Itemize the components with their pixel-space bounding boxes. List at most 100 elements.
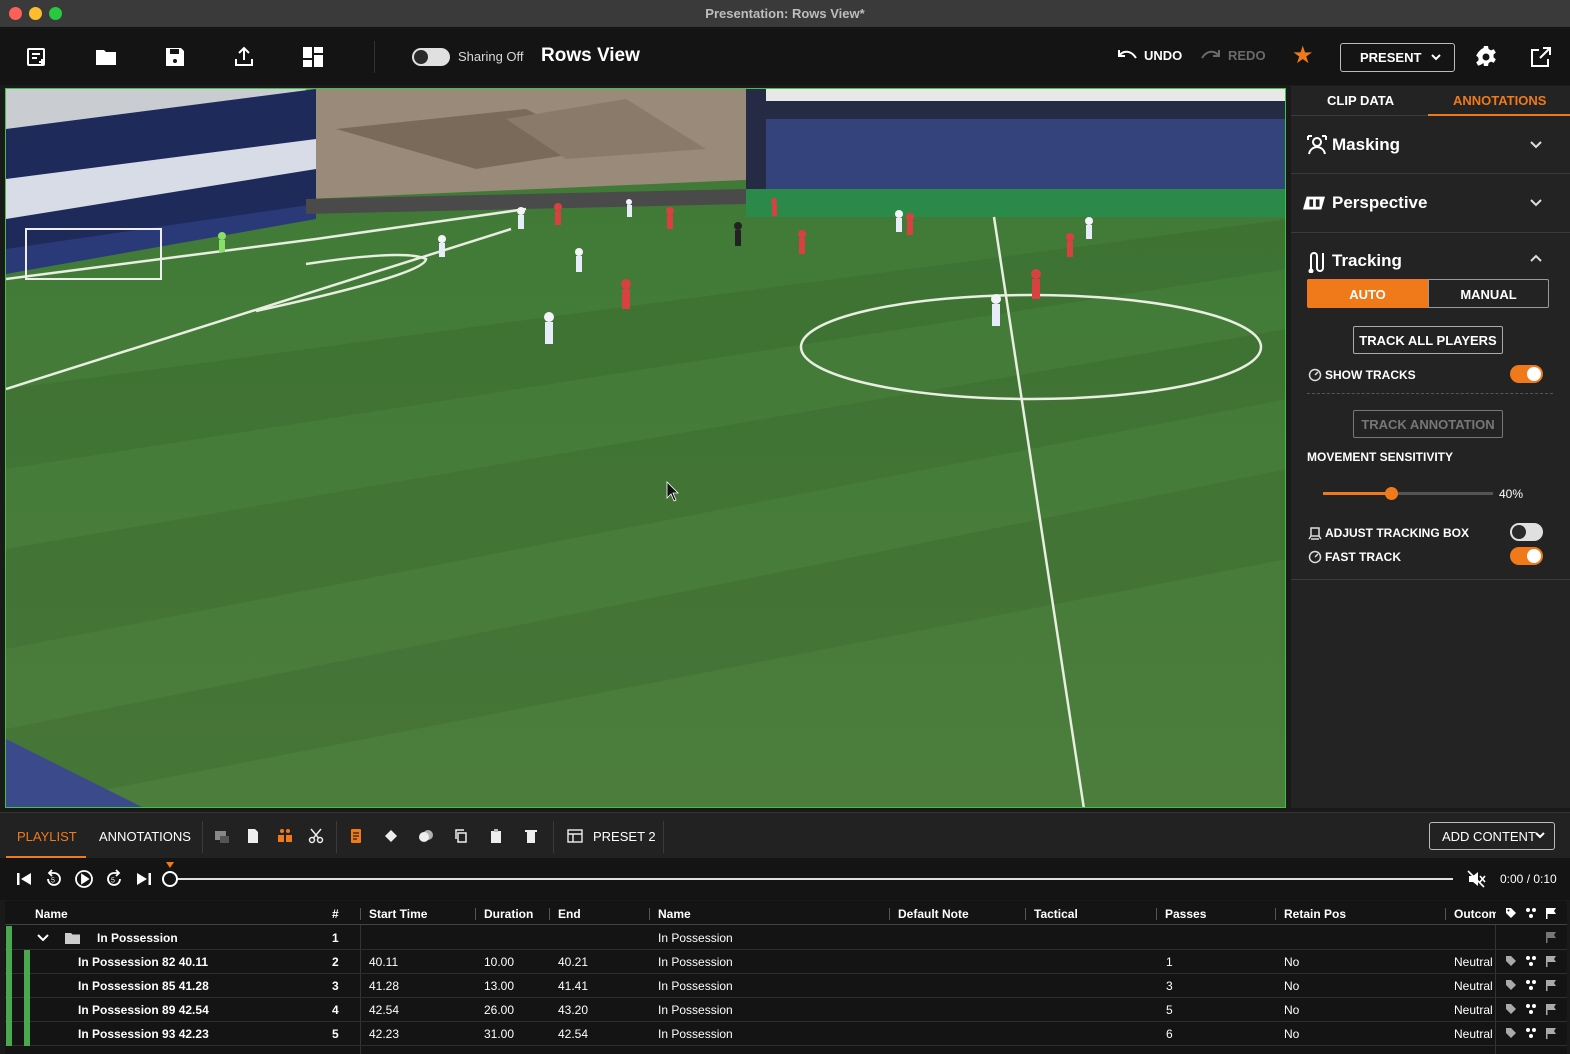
tag-icon[interactable] — [1505, 1003, 1517, 1015]
column-header-retain-pos[interactable]: Retain Pos — [1284, 907, 1346, 921]
table-row[interactable]: In Possession 89 42.54 4 42.54 26.00 43.20 In… — [5, 998, 1567, 1022]
tag-icon[interactable] — [1505, 907, 1517, 919]
document-icon[interactable] — [245, 828, 261, 844]
flag-icon[interactable] — [1545, 907, 1557, 919]
fast-track-toggle[interactable] — [1510, 547, 1543, 565]
chevron-down-icon[interactable] — [1529, 137, 1543, 154]
redo-button[interactable]: REDO — [1200, 48, 1266, 63]
skip-to-start-icon[interactable] — [14, 869, 34, 889]
divider — [553, 821, 554, 853]
add-content-button[interactable]: ADD CONTENT — [1429, 822, 1555, 850]
movement-sensitivity-slider[interactable] — [1323, 487, 1493, 500]
column-header-tactical[interactable]: Tactical — [1034, 907, 1078, 921]
gear-icon[interactable] — [1474, 45, 1498, 69]
clip-stack-icon[interactable] — [214, 828, 230, 844]
adjust-tracking-box-toggle[interactable] — [1510, 523, 1543, 541]
table-row[interactable]: In Possession 85 41.28 3 41.28 13.00 41.41 In… — [5, 974, 1567, 998]
tab-clip-data[interactable]: CLIP DATA — [1327, 93, 1394, 108]
video-player[interactable] — [5, 88, 1286, 808]
players-icon[interactable] — [1525, 979, 1537, 991]
paint-bucket-icon[interactable] — [383, 828, 399, 844]
chevron-up-icon[interactable] — [1529, 252, 1543, 269]
copy-icon[interactable] — [453, 828, 469, 844]
flag-icon[interactable] — [1545, 931, 1557, 943]
tab-playlist[interactable]: PLAYLIST — [17, 829, 77, 844]
slider-handle[interactable] — [1385, 487, 1398, 500]
masking-section[interactable]: Masking — [1291, 117, 1570, 174]
track-all-players-button[interactable]: TRACK ALL PLAYERS — [1353, 326, 1503, 354]
column-header-default-note[interactable]: Default Note — [898, 907, 969, 921]
players-icon[interactable] — [1525, 955, 1537, 967]
table-row[interactable]: In Possession 82 40.11 2 40.11 10.00 40.21 In… — [5, 950, 1567, 974]
column-header-end[interactable]: End — [558, 907, 581, 921]
play-icon[interactable] — [74, 869, 94, 889]
tag-icon[interactable] — [1505, 979, 1517, 991]
folder-icon[interactable] — [94, 45, 118, 69]
chevron-down-icon[interactable] — [37, 932, 49, 944]
players-icon[interactable] — [1525, 907, 1537, 919]
skip-to-end-icon[interactable] — [134, 869, 154, 889]
row-color-bar — [6, 1022, 12, 1046]
table-group-row[interactable]: In Possession 1 In Possession — [5, 926, 1567, 950]
column-header-name[interactable]: Name — [35, 907, 68, 921]
timeline-scrubber[interactable] — [170, 878, 1453, 880]
layout-icon[interactable] — [301, 45, 325, 69]
flag-icon[interactable] — [1545, 1003, 1557, 1015]
table-icon[interactable] — [567, 828, 583, 844]
row-number: 2 — [332, 955, 339, 969]
present-button[interactable]: PRESENT — [1340, 43, 1455, 72]
sharing-toggle[interactable] — [412, 48, 450, 66]
row-duration: 31.00 — [484, 1027, 515, 1041]
column-divider — [360, 908, 361, 920]
flag-icon[interactable] — [1545, 1027, 1557, 1039]
flag-icon[interactable] — [1545, 979, 1557, 991]
rewind-5-icon[interactable]: 5 — [44, 869, 64, 889]
players-icon[interactable] — [1525, 1003, 1537, 1015]
notes-icon[interactable] — [348, 828, 364, 844]
column-header-outcome[interactable]: Outcom — [1454, 907, 1496, 921]
undo-button[interactable]: UNDO — [1116, 48, 1182, 63]
row-retain-pos: No — [1284, 1003, 1300, 1017]
divider — [1307, 393, 1553, 394]
folder-icon — [65, 932, 80, 944]
forward-5-icon[interactable]: 5 — [104, 869, 124, 889]
group-icon[interactable] — [277, 828, 293, 844]
tracking-mode-manual-button[interactable]: MANUAL — [1428, 279, 1549, 308]
tab-annotations-bottom[interactable]: ANNOTATIONS — [99, 829, 191, 844]
preset-selector[interactable]: PRESET 2 — [593, 829, 656, 844]
row-name: In Possession 82 40.11 — [78, 955, 209, 969]
chevron-down-icon[interactable] — [1529, 195, 1543, 212]
row-retain-pos: No — [1284, 1027, 1300, 1041]
table-row[interactable]: In Possession 93 42.23 5 42.23 31.00 42.54 In… — [5, 1022, 1567, 1046]
export-icon[interactable] — [232, 45, 256, 69]
flag-icon[interactable] — [1545, 955, 1557, 967]
show-tracks-toggle[interactable] — [1510, 365, 1543, 383]
players-icon[interactable] — [1525, 1027, 1537, 1039]
column-header-duration[interactable]: Duration — [484, 907, 533, 921]
save-icon[interactable] — [163, 45, 187, 69]
column-divider — [475, 908, 476, 920]
clipboard-icon[interactable] — [488, 828, 504, 844]
favorite-star-icon[interactable]: ★ — [1292, 44, 1314, 68]
tag-icon[interactable] — [1505, 1027, 1517, 1039]
tab-annotations[interactable]: ANNOTATIONS — [1453, 93, 1546, 108]
scissors-icon[interactable] — [308, 828, 324, 844]
column-header-number[interactable]: # — [332, 907, 339, 921]
column-header-start-time[interactable]: Start Time — [369, 907, 427, 921]
playhead-handle[interactable] — [162, 871, 178, 887]
overlap-icon[interactable] — [418, 828, 434, 844]
chevron-down-icon — [1430, 51, 1442, 66]
tracking-mode-auto-button[interactable]: AUTO — [1307, 279, 1428, 308]
column-header-clip-name[interactable]: Name — [658, 907, 691, 921]
mute-icon[interactable] — [1466, 869, 1486, 889]
perspective-section[interactable]: Perspective — [1291, 175, 1570, 233]
trash-icon[interactable] — [523, 828, 539, 844]
group-number: 1 — [332, 931, 339, 945]
new-presentation-icon[interactable] — [25, 45, 49, 69]
row-retain-pos: No — [1284, 955, 1300, 969]
tag-icon[interactable] — [1505, 955, 1517, 967]
track-annotation-button[interactable]: TRACK ANNOTATION — [1353, 410, 1503, 438]
popout-icon[interactable] — [1529, 45, 1553, 69]
column-header-passes[interactable]: Passes — [1165, 907, 1206, 921]
row-outcome: Neutral — [1454, 1027, 1493, 1041]
